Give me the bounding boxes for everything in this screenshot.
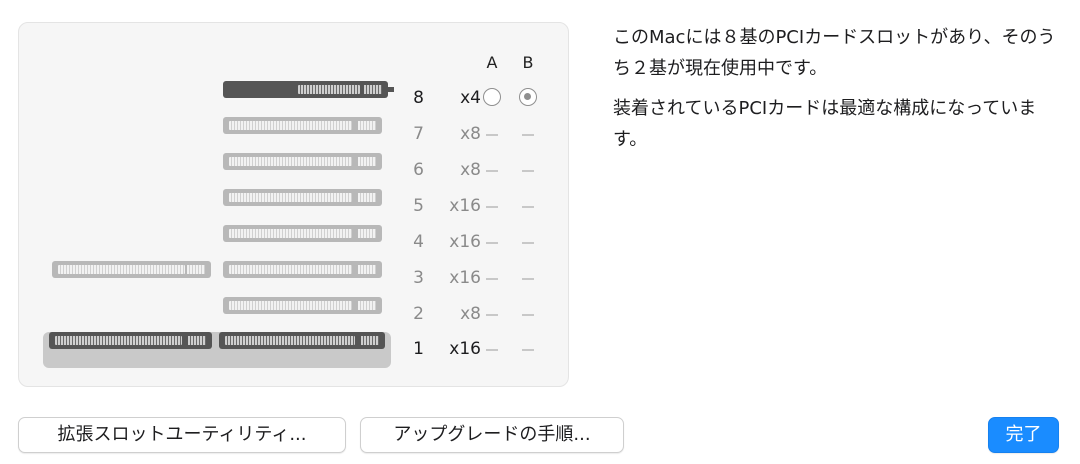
slot-6-option-a-dash [486,170,498,172]
pci-slot-7 [223,117,382,134]
slot-8-option-b-radio[interactable] [519,88,537,106]
slot-row-6: 6 x8 [19,153,570,189]
slot-4-option-a-dash [486,242,498,244]
column-a-header: A [486,53,498,72]
slot-row-1: 1 x16 [19,332,570,368]
slot-usage-description: このMacには８基のPCIカードスロットがあり、そのうち２基が現在使用中です。 [613,27,1056,79]
pci-slot-3 [223,261,382,278]
column-b-header: B [522,53,534,72]
slot-8-option-a-radio[interactable] [483,88,501,106]
slot-4-option-b-dash [522,242,534,244]
pci-slot-4 [223,225,382,242]
slot-1-option-a-dash [486,349,498,351]
slot-row-5: 5 x16 [19,189,570,225]
slot-number: 5 [413,196,424,216]
slot-number: 6 [413,160,424,180]
slot-number: 4 [413,232,424,252]
slot-2-option-a-dash [486,314,498,316]
configuration-status-description: 装着されているPCIカードは最適な構成になっています。 [613,98,1037,150]
pci-slot-panel: A B 8 x4 7 x8 6 x8 5 x16 4 x16 3 x16 2 x… [18,22,569,387]
slot-row-2: 2 x8 [19,297,570,333]
slot-3-option-a-dash [486,278,498,280]
slot-row-4: 4 x16 [19,225,570,261]
slot-number: 3 [413,268,424,288]
done-button[interactable]: 完了 [988,417,1059,453]
slot-width: x16 [449,196,481,216]
slot-6-option-b-dash [522,170,534,172]
pci-slot-6 [223,153,382,170]
slot-row-8: 8 x4 [19,81,570,117]
slot-1-option-b-dash [522,349,534,351]
slot-width: x8 [460,304,481,324]
slot-width: x4 [460,88,481,108]
slot-5-option-b-dash [522,206,534,208]
pci-slot-5 [223,189,382,206]
slot-7-option-b-dash [522,134,534,136]
pci-card-slot-1 [219,332,385,349]
slot-width: x8 [460,124,481,144]
upgrade-instructions-button[interactable]: アップグレードの手順... [360,417,624,453]
slot-2-option-b-dash [522,314,534,316]
pci-card-slot-8 [223,81,394,98]
slot-row-7: 7 x8 [19,117,570,153]
pci-card-slot-1-extension [49,332,212,349]
slot-number: 8 [413,88,424,108]
slot-width: x16 [449,232,481,252]
slot-number: 2 [413,304,424,324]
expansion-slot-utility-button[interactable]: 拡張スロットユーティリティ... [18,417,346,453]
slot-width: x16 [449,339,481,359]
pci-slot-2 [223,297,382,314]
slot-3-option-b-dash [522,278,534,280]
slot-row-3: 3 x16 [19,261,570,297]
slot-5-option-a-dash [486,206,498,208]
pci-slot-3-extension [52,261,211,278]
slot-number: 7 [413,124,424,144]
slot-width: x16 [449,268,481,288]
slot-number: 1 [413,339,424,359]
slot-width: x8 [460,160,481,180]
slot-7-option-a-dash [486,134,498,136]
